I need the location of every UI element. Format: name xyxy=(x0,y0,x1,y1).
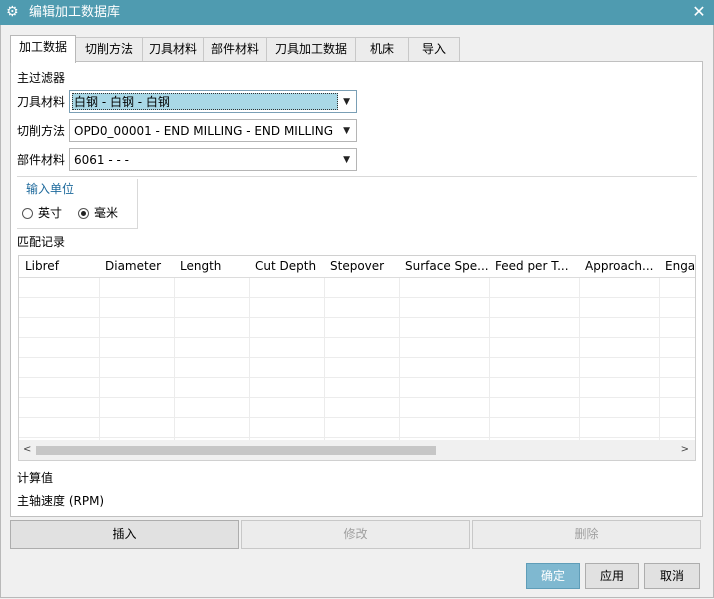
input-units-group: 输入单位 英寸 毫米 xyxy=(17,179,138,229)
table-row[interactable] xyxy=(19,318,695,338)
part-material-select[interactable]: 6061 - - - ▼ xyxy=(69,148,357,171)
computed-values-heading: 计算值 xyxy=(17,471,54,485)
insert-button[interactable]: 插入 xyxy=(10,520,239,549)
input-units-heading: 输入单位 xyxy=(26,182,75,196)
column-header[interactable]: Approach... xyxy=(579,256,660,278)
part-material-label: 部件材料 xyxy=(17,153,66,167)
tab-part-material[interactable]: 部件材料 xyxy=(203,37,267,62)
column-divider xyxy=(324,278,325,440)
chevron-down-icon[interactable]: ▼ xyxy=(343,94,350,110)
spindle-speed-label: 主轴速度 (RPM) xyxy=(17,494,105,508)
chevron-right-icon[interactable]: > xyxy=(681,442,689,458)
table-row[interactable] xyxy=(19,278,695,298)
column-header[interactable]: Cut Depth xyxy=(249,256,325,278)
delete-button[interactable]: 删除 xyxy=(472,520,701,549)
tool-material-select[interactable]: 白钢 - 白钢 - 白钢 ▼ xyxy=(69,90,357,113)
cut-method-select[interactable]: OPD0_00001 - END MILLING - END MILLING ▼ xyxy=(69,119,357,142)
tool-material-value: 白钢 - 白钢 - 白钢 xyxy=(74,95,170,109)
table-row[interactable] xyxy=(19,358,695,378)
title-bar: ⚙ 编辑加工数据库 ✕ xyxy=(0,0,714,25)
divider xyxy=(17,176,697,177)
chevron-down-icon[interactable]: ▼ xyxy=(343,123,350,139)
column-header[interactable]: Stepover xyxy=(324,256,400,278)
column-header[interactable]: Libref xyxy=(19,256,100,278)
tab-tool-material[interactable]: 刀具材料 xyxy=(142,37,204,62)
column-divider xyxy=(579,278,580,440)
tool-material-label: 刀具材料 xyxy=(17,95,66,109)
column-divider xyxy=(99,278,100,440)
table-row[interactable] xyxy=(19,338,695,358)
window-title: 编辑加工数据库 xyxy=(29,5,121,20)
table-row[interactable] xyxy=(19,418,695,438)
records-table[interactable]: Libref Diameter Length Cut Depth Stepove… xyxy=(18,255,696,461)
radio-inch[interactable] xyxy=(22,208,33,219)
tab-import[interactable]: 导入 xyxy=(408,37,460,62)
column-divider xyxy=(489,278,490,440)
matching-records-heading: 匹配记录 xyxy=(17,235,66,249)
table-row[interactable] xyxy=(19,378,695,398)
table-row[interactable] xyxy=(19,298,695,318)
column-header[interactable]: Diameter xyxy=(99,256,175,278)
close-icon[interactable]: ✕ xyxy=(690,2,708,22)
cut-method-value: OPD0_00001 - END MILLING - END MILLING xyxy=(74,124,334,138)
column-header[interactable]: Length xyxy=(174,256,250,278)
column-divider xyxy=(659,278,660,440)
column-divider xyxy=(174,278,175,440)
tab-tool-machining-data[interactable]: 刀具加工数据 xyxy=(266,37,356,62)
column-divider xyxy=(249,278,250,440)
cancel-button[interactable]: 取消 xyxy=(644,563,700,589)
modify-button[interactable]: 修改 xyxy=(241,520,470,549)
chevron-down-icon[interactable]: ▼ xyxy=(343,152,350,168)
ok-button[interactable]: 确定 xyxy=(526,563,580,589)
tab-cut-method[interactable]: 切削方法 xyxy=(75,37,143,62)
column-header[interactable]: Feed per T... xyxy=(489,256,580,278)
radio-inch-label[interactable]: 英寸 xyxy=(38,205,62,221)
column-header[interactable]: Surface Spe... xyxy=(399,256,490,278)
chevron-left-icon[interactable]: < xyxy=(23,442,31,458)
horizontal-scrollbar[interactable]: < > xyxy=(19,440,695,460)
gear-icon: ⚙ xyxy=(6,4,19,20)
part-material-value: 6061 - - - xyxy=(74,153,129,167)
column-divider xyxy=(399,278,400,440)
tab-machining-data[interactable]: 加工数据 xyxy=(10,35,76,63)
scrollbar-thumb[interactable] xyxy=(36,446,436,455)
cut-method-label: 切削方法 xyxy=(17,124,66,138)
column-header[interactable]: Enga xyxy=(659,256,695,278)
apply-button[interactable]: 应用 xyxy=(585,563,639,589)
radio-mm-label[interactable]: 毫米 xyxy=(94,205,118,221)
main-filter-heading: 主过滤器 xyxy=(17,71,66,85)
tab-machine[interactable]: 机床 xyxy=(355,37,409,62)
table-row[interactable] xyxy=(19,398,695,418)
radio-mm[interactable] xyxy=(78,208,89,219)
